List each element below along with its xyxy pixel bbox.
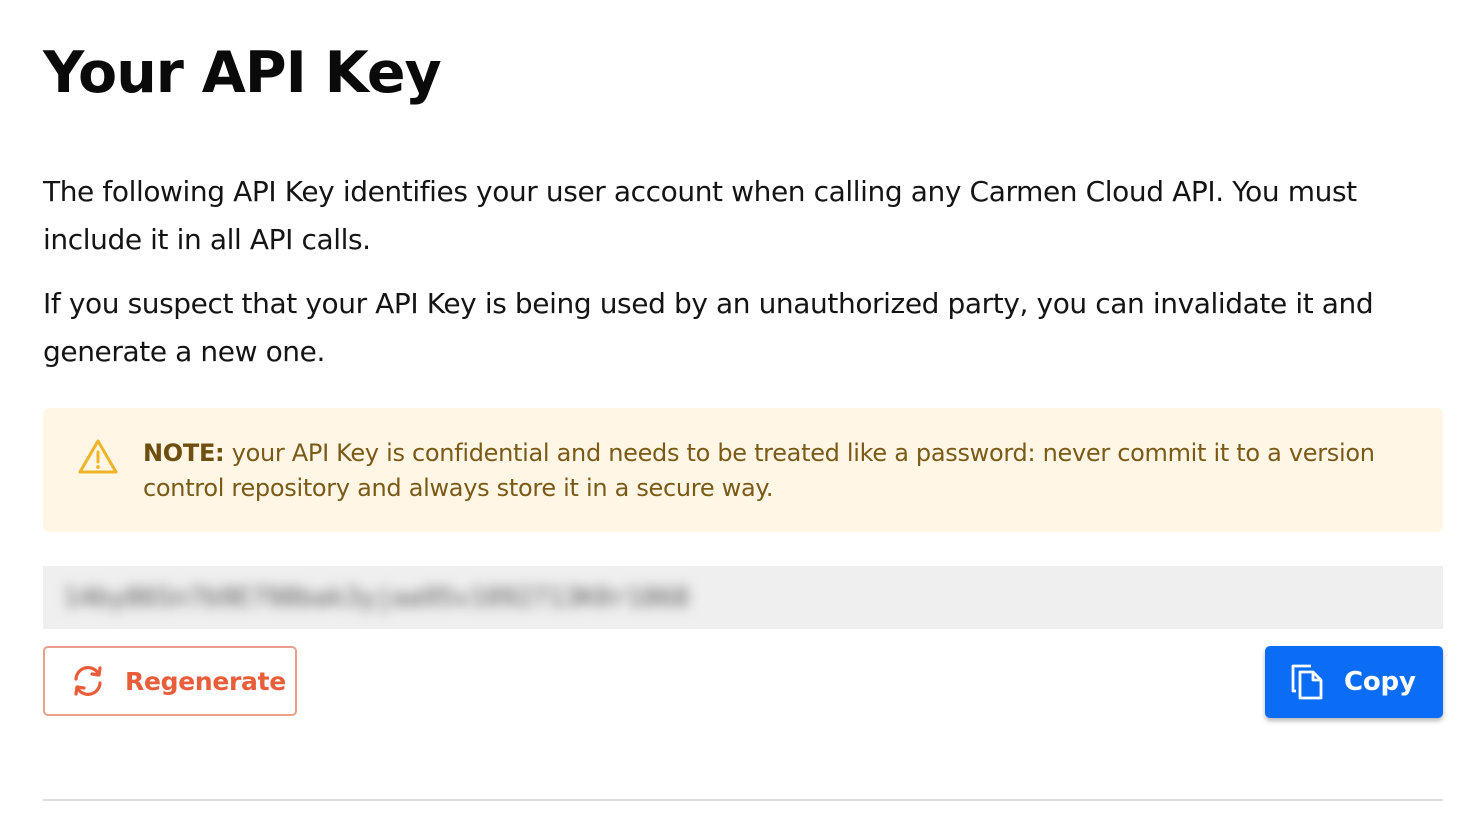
api-key-field[interactable]: 14by86Sn7b9E798bak3yjaa95v1092713K0r1868 [43, 566, 1443, 629]
copy-icon [1291, 664, 1323, 700]
copy-label: Copy [1344, 667, 1416, 697]
intro-paragraph-1: The following API Key identifies your us… [43, 175, 1357, 256]
note-text: NOTE: your API Key is confidential and n… [143, 436, 1413, 506]
warning-triangle-icon [78, 439, 118, 474]
page-title: Your API Key [43, 40, 442, 106]
note-label: NOTE: [143, 439, 225, 467]
note-body: your API Key is confidential and needs t… [143, 439, 1375, 502]
refresh-icon [74, 666, 102, 696]
note-callout: NOTE: your API Key is confidential and n… [43, 408, 1443, 532]
regenerate-button[interactable]: Regenerate [43, 646, 297, 716]
api-key-value: 14by86Sn7b9E798bak3yjaa95v1092713K0r1868 [63, 583, 690, 613]
regenerate-label: Regenerate [125, 666, 286, 696]
copy-button[interactable]: Copy [1265, 646, 1443, 718]
intro-paragraph-2: If you suspect that your API Key is bein… [43, 287, 1374, 368]
section-divider [43, 799, 1443, 801]
